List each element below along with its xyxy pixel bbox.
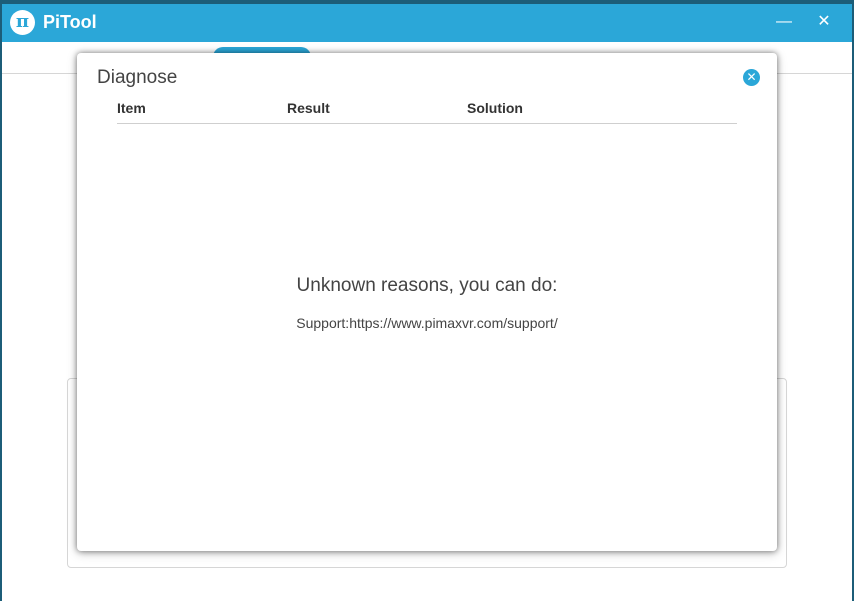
close-circle-icon: ✕ [746, 70, 757, 84]
app-title: PiTool [43, 12, 97, 32]
table-header: Item Result Solution [117, 99, 737, 124]
close-window-button[interactable]: ✕ [810, 9, 838, 35]
column-header-result: Result [287, 100, 330, 116]
minimize-icon: — [776, 13, 792, 30]
minimize-button[interactable]: — [770, 9, 798, 35]
close-icon: ✕ [817, 13, 831, 30]
column-header-solution: Solution [467, 100, 523, 116]
column-header-item: Item [117, 100, 146, 116]
support-link[interactable]: Support:https://www.pimaxvr.com/support/ [77, 315, 777, 331]
diagnose-message: Unknown reasons, you can do: [296, 275, 558, 296]
pi-logo-icon: π [10, 10, 35, 35]
title-bar[interactable]: π PiTool — ✕ [2, 4, 852, 42]
dialog-title: Diagnose [97, 67, 178, 88]
dialog-close-button[interactable]: ✕ [743, 69, 760, 86]
diagnose-dialog: Diagnose ✕ Item Result Solution Unknown … [77, 53, 777, 551]
